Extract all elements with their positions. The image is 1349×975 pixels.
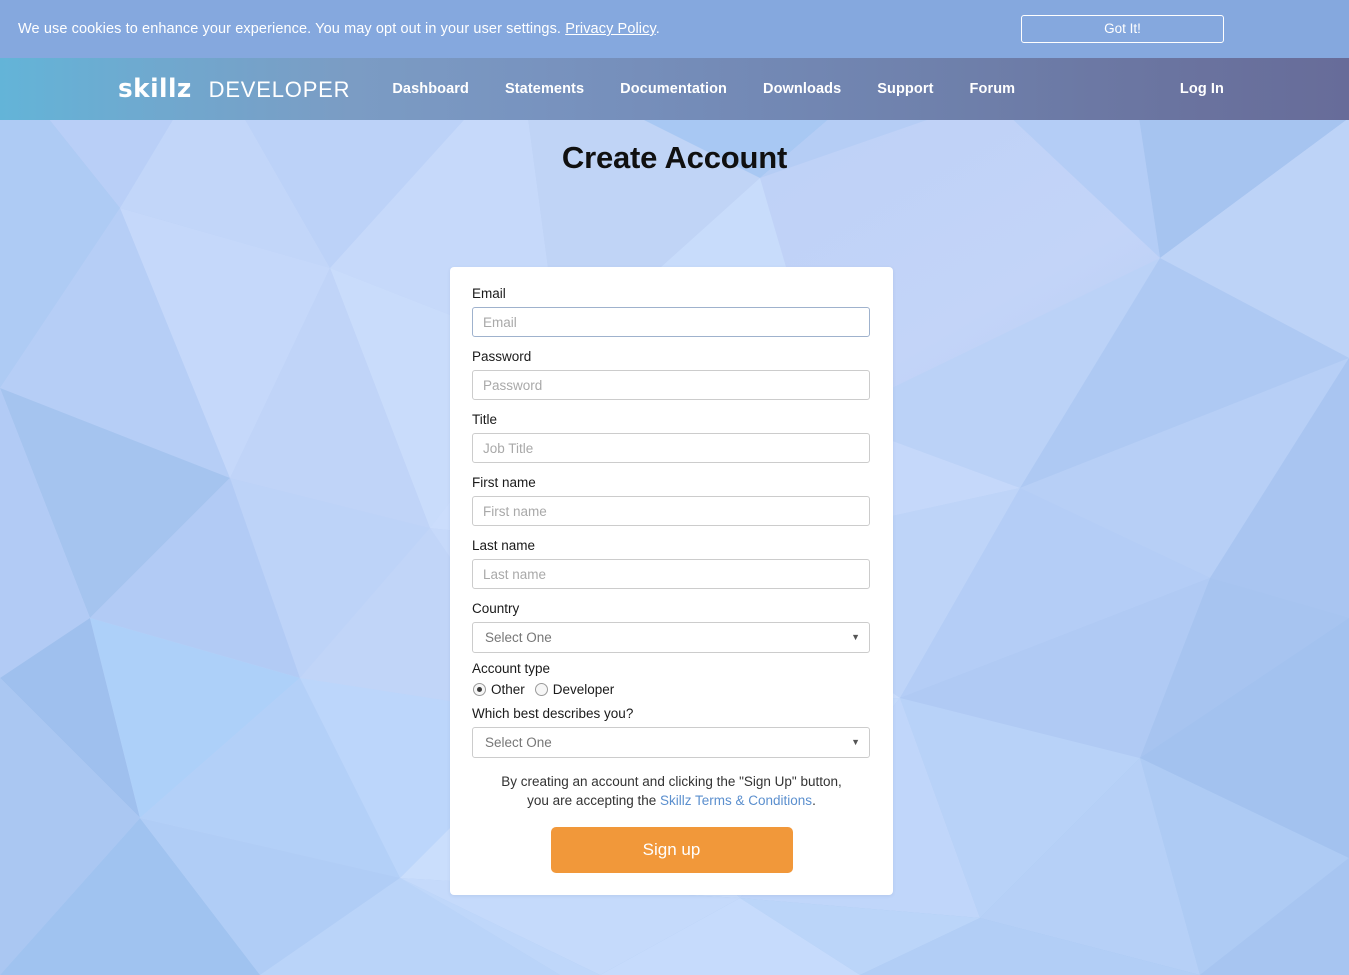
terms-line-2-suffix: .	[812, 793, 816, 808]
radio-button-icon-other[interactable]	[473, 683, 486, 696]
cookie-message: We use cookies to enhance your experienc…	[18, 21, 562, 37]
password-input[interactable]	[472, 370, 870, 400]
cookie-consent-text: We use cookies to enhance your experienc…	[18, 20, 660, 38]
email-label: Email	[472, 286, 506, 301]
cookie-accept-button[interactable]: Got It!	[1021, 15, 1224, 43]
describes-you-select-wrapper: Select One ▼	[472, 727, 870, 758]
account-type-option-other-label: Other	[491, 682, 525, 697]
country-select[interactable]: Select One	[472, 622, 870, 653]
account-type-option-other[interactable]: Other	[473, 682, 525, 697]
terms-line-1: By creating an account and clicking the …	[501, 774, 842, 789]
nav-link-forum[interactable]: Forum	[970, 81, 1016, 97]
nav-link-dashboard[interactable]: Dashboard	[392, 81, 469, 97]
cookie-consent-bar: We use cookies to enhance your experienc…	[0, 0, 1349, 58]
country-label: Country	[472, 601, 520, 616]
title-label: Title	[472, 412, 498, 427]
nav-links: Dashboard Statements Documentation Downl…	[392, 81, 1051, 97]
last-name-input[interactable]	[472, 559, 870, 589]
nav-right-group: Log In	[1180, 58, 1349, 120]
nav-link-statements[interactable]: Statements	[505, 81, 584, 97]
nav-link-documentation[interactable]: Documentation	[620, 81, 727, 97]
page-root: We use cookies to enhance your experienc…	[0, 0, 1349, 975]
account-type-label: Account type	[472, 661, 551, 676]
signup-button-wrapper: Sign up	[472, 827, 871, 873]
terms-line-2-prefix: you are accepting the	[527, 793, 660, 808]
last-name-label: Last name	[472, 538, 536, 553]
privacy-policy-link[interactable]: Privacy Policy	[565, 21, 656, 37]
main-navbar: skillz DEVELOPER Dashboard Statements Do…	[0, 58, 1349, 120]
terms-text: By creating an account and clicking the …	[476, 772, 867, 810]
country-select-wrapper: Select One ▼	[472, 622, 870, 653]
brand-logo-developer: DEVELOPER	[208, 77, 351, 102]
account-type-option-developer-label: Developer	[552, 682, 615, 697]
signup-button[interactable]: Sign up	[550, 827, 793, 873]
page-title: Create Account	[561, 140, 788, 175]
login-link[interactable]: Log In	[1180, 81, 1224, 97]
first-name-input[interactable]	[472, 496, 870, 526]
signup-card: Email Password Title First name Last nam…	[450, 267, 893, 895]
password-label: Password	[472, 349, 532, 364]
nav-link-downloads[interactable]: Downloads	[763, 81, 841, 97]
job-title-input[interactable]	[472, 433, 870, 463]
cookie-trailing-period: .	[655, 21, 660, 37]
account-type-radio-group: Other Developer	[473, 682, 871, 697]
main-content: Create Account Email Password Title Firs…	[0, 120, 1349, 895]
account-type-option-developer[interactable]: Developer	[534, 682, 615, 697]
describes-you-label: Which best describes you?	[472, 706, 634, 721]
nav-link-support[interactable]: Support	[877, 81, 933, 97]
radio-button-icon-developer[interactable]	[534, 683, 548, 696]
first-name-label: First name	[472, 475, 536, 490]
email-input[interactable]	[472, 307, 870, 337]
brand-logo-skillz: skillz	[118, 74, 192, 104]
terms-conditions-link[interactable]: Skillz Terms & Conditions	[660, 793, 812, 808]
brand-logo[interactable]: skillz DEVELOPER	[118, 74, 350, 104]
describes-you-select[interactable]: Select One	[472, 727, 870, 758]
